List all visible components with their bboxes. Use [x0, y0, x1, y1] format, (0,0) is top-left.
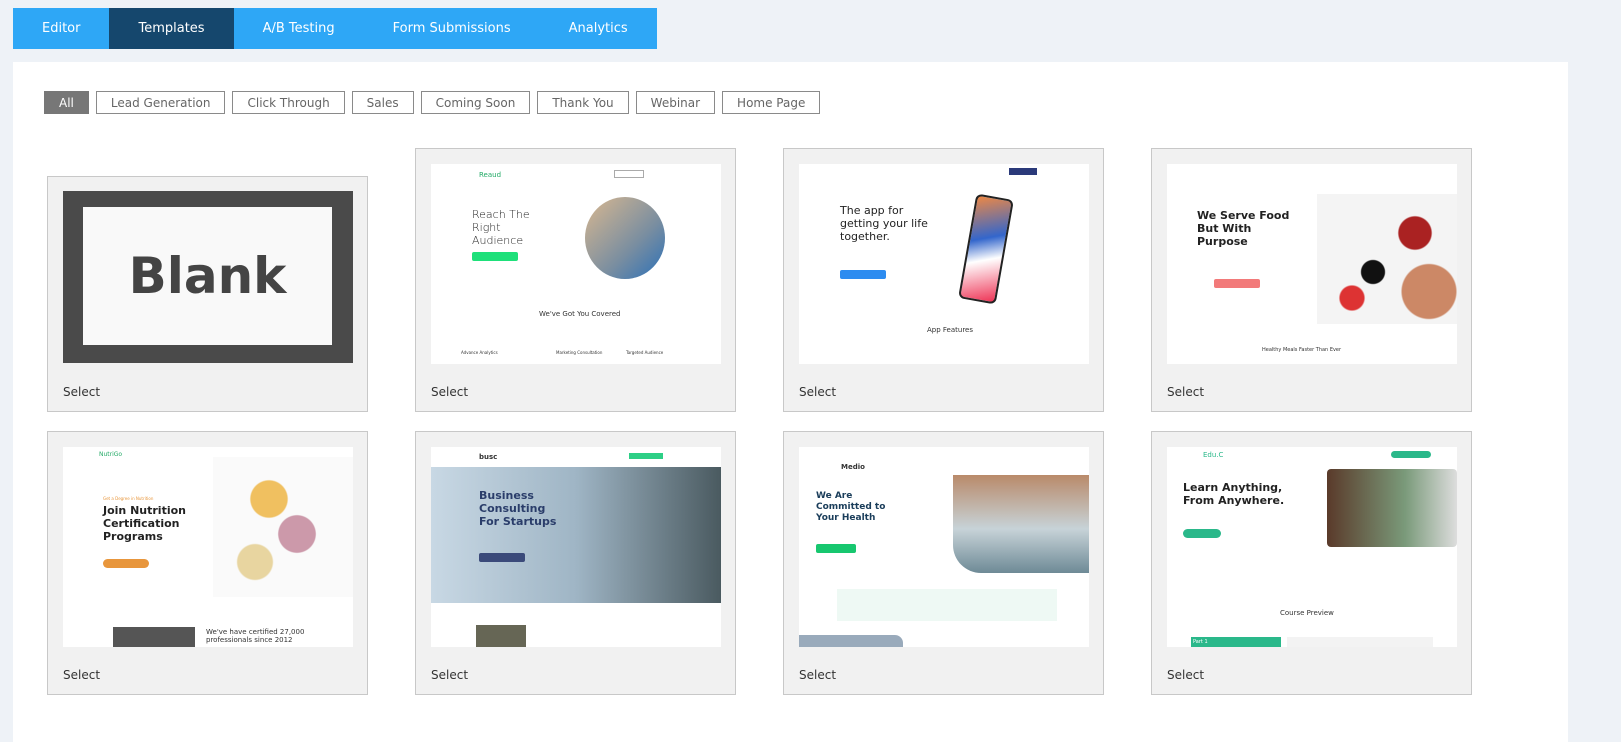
- cta-button: [1214, 279, 1260, 288]
- section-title: We've Got You Covered: [539, 310, 621, 318]
- template-preview: Medio We Are Committed to Your Health: [799, 447, 1089, 647]
- tab-ab-testing[interactable]: A/B Testing: [234, 8, 364, 49]
- filter-lead-generation[interactable]: Lead Generation: [95, 91, 226, 114]
- template-card-app[interactable]: The app for getting your life together. …: [783, 148, 1104, 412]
- template-preview: Edu.C Learn Anything, From Anywhere. Cou…: [1167, 447, 1457, 647]
- headline: Business Consulting For Startups: [479, 489, 557, 529]
- tab-analytics[interactable]: Analytics: [540, 8, 657, 49]
- hero-image: [585, 197, 665, 279]
- select-label[interactable]: Select: [799, 668, 836, 682]
- doctor-image: [799, 635, 903, 647]
- template-preview: We Serve Food But With Purpose Healthy M…: [1167, 164, 1457, 364]
- headline: Reach The Right Audience: [472, 208, 530, 248]
- cta-button: [840, 270, 886, 279]
- select-label[interactable]: Select: [431, 385, 468, 399]
- filter-all[interactable]: All: [44, 91, 89, 114]
- tab-templates[interactable]: Templates: [109, 8, 234, 49]
- select-label[interactable]: Select: [1167, 385, 1204, 399]
- nav-button: [1391, 451, 1431, 458]
- select-label[interactable]: Select: [799, 385, 836, 399]
- template-preview: NutriGo Get a Degree in Nutrition Join N…: [63, 447, 353, 647]
- tab-editor[interactable]: Editor: [13, 8, 109, 49]
- kicker: Get a Degree in Nutrition: [103, 496, 154, 501]
- section-title: App Features: [927, 326, 973, 334]
- main-tabs: Editor Templates A/B Testing Form Submis…: [13, 8, 657, 49]
- section-title: We've have certified 27,000 professional…: [206, 628, 305, 644]
- template-card-reaud[interactable]: Reaud Reach The Right Audience We've Got…: [415, 148, 736, 412]
- template-card-nutrigo[interactable]: NutriGo Get a Degree in Nutrition Join N…: [47, 431, 368, 695]
- brand-logo: Edu.C: [1203, 451, 1224, 459]
- feature: Advance Analytics: [461, 350, 498, 355]
- food-image: [213, 457, 353, 597]
- select-label[interactable]: Select: [63, 668, 100, 682]
- nav-button: [614, 170, 644, 178]
- brand-logo: busc: [479, 453, 498, 461]
- brand-logo: NutriGo: [99, 451, 123, 458]
- nav-button: [629, 453, 663, 459]
- phone-image: [958, 193, 1014, 305]
- brand-logo: Reaud: [479, 171, 502, 179]
- brand-logo: Medio: [841, 463, 865, 471]
- filter-coming-soon[interactable]: Coming Soon: [420, 91, 531, 114]
- feature: Targeted Audience: [626, 350, 664, 355]
- template-card-food[interactable]: We Serve Food But With Purpose Healthy M…: [1151, 148, 1472, 412]
- template-card-medio[interactable]: Medio We Are Committed to Your Health Se…: [783, 431, 1104, 695]
- headline: Learn Anything, From Anywhere.: [1183, 481, 1285, 508]
- blank-label: Blank: [83, 207, 332, 345]
- tab-form-submissions[interactable]: Form Submissions: [364, 8, 540, 49]
- feature: Marketing Consultation: [556, 350, 603, 355]
- cta-button: [103, 559, 149, 568]
- template-preview: Reaud Reach The Right Audience We've Got…: [431, 164, 721, 364]
- template-preview: The app for getting your life together. …: [799, 164, 1089, 364]
- section-title: Course Preview: [1280, 609, 1334, 617]
- select-label[interactable]: Select: [63, 385, 100, 399]
- about-image: [476, 625, 526, 647]
- select-label[interactable]: Select: [431, 668, 468, 682]
- cta-button: [479, 553, 525, 562]
- cta-button: [816, 544, 856, 553]
- team-image: [113, 627, 195, 647]
- headline: The app for getting your life together.: [840, 204, 928, 244]
- nav-button: [1009, 168, 1037, 175]
- blank-preview: Blank: [63, 191, 353, 363]
- headline: We Serve Food But With Purpose: [1197, 209, 1290, 249]
- headline: Join Nutrition Certification Programs: [103, 504, 186, 544]
- filter-webinar[interactable]: Webinar: [635, 91, 716, 114]
- select-label[interactable]: Select: [1167, 668, 1204, 682]
- lesson-row: [1287, 637, 1433, 647]
- course-part: Part 1: [1191, 637, 1281, 647]
- cta-button: [472, 252, 518, 261]
- section-title: Healthy Meals Faster Than Ever: [1262, 347, 1342, 353]
- category-filters: All Lead Generation Click Through Sales …: [44, 91, 821, 114]
- template-card-blank[interactable]: Blank Select: [47, 176, 368, 412]
- cta-button: [1183, 529, 1221, 538]
- template-preview: busc Business Consulting For Startups: [431, 447, 721, 647]
- food-image: [1317, 194, 1457, 324]
- filter-sales[interactable]: Sales: [351, 91, 414, 114]
- template-card-educ[interactable]: Edu.C Learn Anything, From Anywhere. Cou…: [1151, 431, 1472, 695]
- hero-image: [431, 467, 721, 603]
- hero-image: [953, 475, 1089, 573]
- filter-home-page[interactable]: Home Page: [722, 91, 821, 114]
- template-card-busc[interactable]: busc Business Consulting For Startups Se…: [415, 431, 736, 695]
- filter-click-through[interactable]: Click Through: [232, 91, 345, 114]
- filter-thank-you[interactable]: Thank You: [537, 91, 629, 114]
- video-thumbnail: [1327, 469, 1457, 547]
- services-strip: [837, 589, 1057, 621]
- headline: We Are Committed to Your Health: [816, 491, 886, 523]
